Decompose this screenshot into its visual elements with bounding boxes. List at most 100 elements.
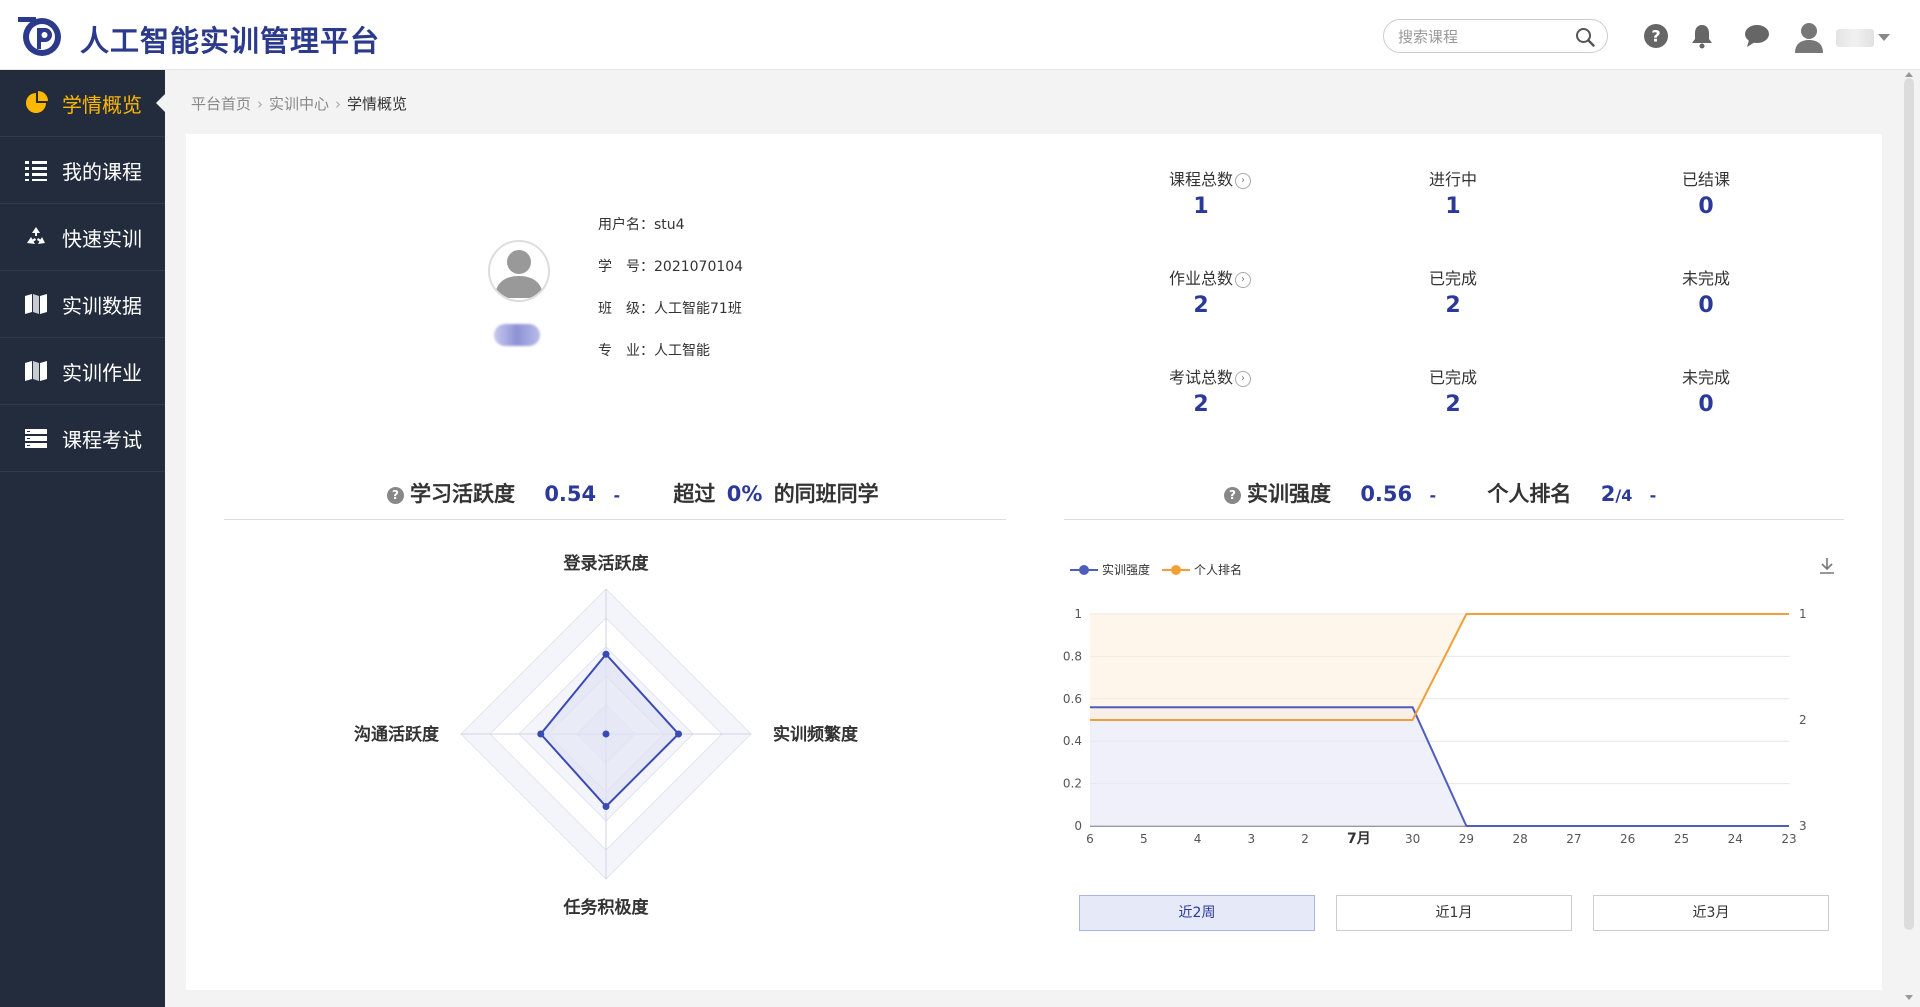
download-icon-shape xyxy=(1820,558,1834,574)
user-name-blurred[interactable] xyxy=(1836,29,1874,47)
y-right-tick-label: 2 xyxy=(1799,713,1807,727)
chevron-down-icon[interactable] xyxy=(1878,34,1890,41)
stat-exam-undone-label: 未完成 xyxy=(1681,368,1730,387)
breadcrumb-home[interactable]: 平台首页 xyxy=(191,93,251,114)
range-2-weeks-button[interactable]: 近2周 xyxy=(1079,895,1315,931)
range-1-month-button[interactable]: 近1月 xyxy=(1336,895,1572,931)
x-tick-label: 3 xyxy=(1247,832,1255,846)
rank-trend: - xyxy=(1649,486,1657,505)
training-line-chart: 实训强度 个人排名00.20.40.60.81 1236 5 4 3 2 7月 30 29 28 27… xyxy=(1063,558,1834,847)
overview-panel: 用户名：stu4 学 号：2021070104 班 级：人工智能71班 专 业：… xyxy=(186,134,1882,990)
y-left-tick-label: 0.2 xyxy=(1063,777,1082,791)
list-icon xyxy=(22,156,50,184)
legend-marker xyxy=(1171,565,1181,575)
chevron-right-icon[interactable]: › xyxy=(1235,271,1251,288)
stat-homework-undone-value: 0 xyxy=(1698,293,1714,318)
x-tick-label: 26 xyxy=(1620,832,1635,846)
help-icon[interactable]: ? xyxy=(1224,486,1241,504)
rank-total: /4 xyxy=(1615,486,1633,505)
stat-homework-done-value: 2 xyxy=(1445,293,1461,318)
radar-indicator-label: 实训频繁度 xyxy=(773,724,859,745)
stat-course-finished-label: 已结课 xyxy=(1681,170,1730,189)
recycle-icon xyxy=(22,223,50,251)
x-tick-label: 7月 xyxy=(1347,831,1371,847)
chat-icon[interactable] xyxy=(1743,22,1771,50)
stat-course-total-link[interactable]: 课程总数 › xyxy=(1140,166,1280,190)
stat-course-finished-value: 0 xyxy=(1698,194,1714,219)
sidebar: 学情概览 我的课程 快速实训 实训数据 实训作业 课程考试 xyxy=(0,70,166,1007)
svg-text:?: ? xyxy=(1651,27,1660,46)
page-scrollbar[interactable] xyxy=(1904,78,1914,930)
stat-homework-undone-label: 未完成 xyxy=(1681,269,1730,288)
stat-exam-done-value: 2 xyxy=(1445,392,1461,417)
x-tick-label: 28 xyxy=(1513,832,1528,846)
training-heading: ? 实训强度 0.56 - 个人排名 2/4 - xyxy=(1224,478,1656,512)
download-icon[interactable] xyxy=(1820,558,1834,574)
stat-course-total-value: 1 xyxy=(1193,194,1209,219)
stat-homework-total-link[interactable]: 作业总数 › xyxy=(1140,265,1280,289)
divider xyxy=(224,519,1006,520)
profile-avatar xyxy=(488,240,550,302)
stat-exam-undone-value: 0 xyxy=(1698,392,1714,417)
user-avatar-icon xyxy=(495,250,543,298)
x-tick-label: 27 xyxy=(1566,832,1581,846)
rank-value: 2 xyxy=(1600,482,1616,506)
stack-icon xyxy=(22,424,50,452)
chevron-right-icon[interactable]: › xyxy=(1235,172,1251,189)
sidebar-item-my-courses[interactable]: 我的课程 xyxy=(0,137,165,204)
profile-name-blurred xyxy=(494,324,540,346)
sidebar-item-course-exam[interactable]: 课程考试 xyxy=(0,405,165,472)
user-avatar-icon[interactable] xyxy=(1792,20,1826,54)
help-icon[interactable]: ? xyxy=(387,486,404,504)
x-tick-label: 25 xyxy=(1674,832,1689,846)
sidebar-item-quick-training[interactable]: 快速实训 xyxy=(0,204,165,271)
sidebar-item-label: 实训作业 xyxy=(62,360,142,385)
sidebar-item-label: 快速实训 xyxy=(62,226,142,251)
radar-center-point xyxy=(602,730,610,738)
training-title: 实训强度 xyxy=(1247,482,1331,506)
stat-homework-done-label: 已完成 xyxy=(1428,269,1477,288)
activity-exceed-suffix: 的同班同学 xyxy=(773,482,879,506)
y-left-tick-label: 0.4 xyxy=(1063,734,1082,748)
chevron-right-icon: › xyxy=(257,95,264,113)
sidebar-item-training-data[interactable]: 实训数据 xyxy=(0,271,165,338)
x-tick-label: 24 xyxy=(1728,832,1743,846)
rank-title: 个人排名 xyxy=(1487,482,1572,506)
radar-indicator-label: 任务积极度 xyxy=(563,897,650,918)
legend-label: 个人排名 xyxy=(1194,562,1242,577)
activity-trend: - xyxy=(613,486,621,505)
breadcrumb-training-center[interactable]: 实训中心 xyxy=(269,93,329,114)
chevron-right-icon: › xyxy=(335,95,342,113)
search-box[interactable] xyxy=(1383,19,1608,53)
legend-marker xyxy=(1079,565,1089,575)
map-icon xyxy=(22,290,50,318)
x-tick-label: 6 xyxy=(1086,832,1094,846)
sidebar-item-training-homework[interactable]: 实训作业 xyxy=(0,338,165,405)
y-left-tick-label: 0.8 xyxy=(1063,649,1082,663)
chevron-right-icon[interactable]: › xyxy=(1235,370,1251,387)
activity-score: 0.54 xyxy=(544,482,597,506)
logo-icon xyxy=(18,17,61,56)
range-3-months-button[interactable]: 近3月 xyxy=(1593,895,1829,931)
sidebar-item-overview[interactable]: 学情概览 xyxy=(0,70,166,137)
top-header: 人工智能实训管理平台 ? xyxy=(0,0,1920,70)
help-icon[interactable]: ? xyxy=(1642,22,1670,50)
radar-point xyxy=(537,730,545,738)
breadcrumb-current: 学情概览 xyxy=(347,95,408,113)
stat-course-ongoing-value: 1 xyxy=(1445,194,1461,219)
stat-exam-total-link[interactable]: 考试总数 › xyxy=(1140,364,1280,388)
pie-chart-icon xyxy=(22,89,50,117)
sidebar-item-label: 实训数据 xyxy=(62,293,142,318)
x-tick-label: 5 xyxy=(1140,832,1148,846)
scroll-down-icon[interactable] xyxy=(1905,995,1913,1000)
activity-exceed-prefix: 超过 xyxy=(673,482,716,506)
bell-icon[interactable] xyxy=(1688,22,1716,50)
sidebar-item-label: 课程考试 xyxy=(62,427,142,452)
search-icon[interactable] xyxy=(1575,27,1595,47)
activity-title: 学习活跃度 xyxy=(410,482,515,506)
sidebar-item-label: 学情概览 xyxy=(62,92,142,117)
x-tick-label: 30 xyxy=(1405,832,1420,846)
x-tick-label: 23 xyxy=(1781,832,1796,846)
search-input[interactable] xyxy=(1398,26,1568,48)
scroll-up-icon[interactable] xyxy=(1905,72,1913,77)
